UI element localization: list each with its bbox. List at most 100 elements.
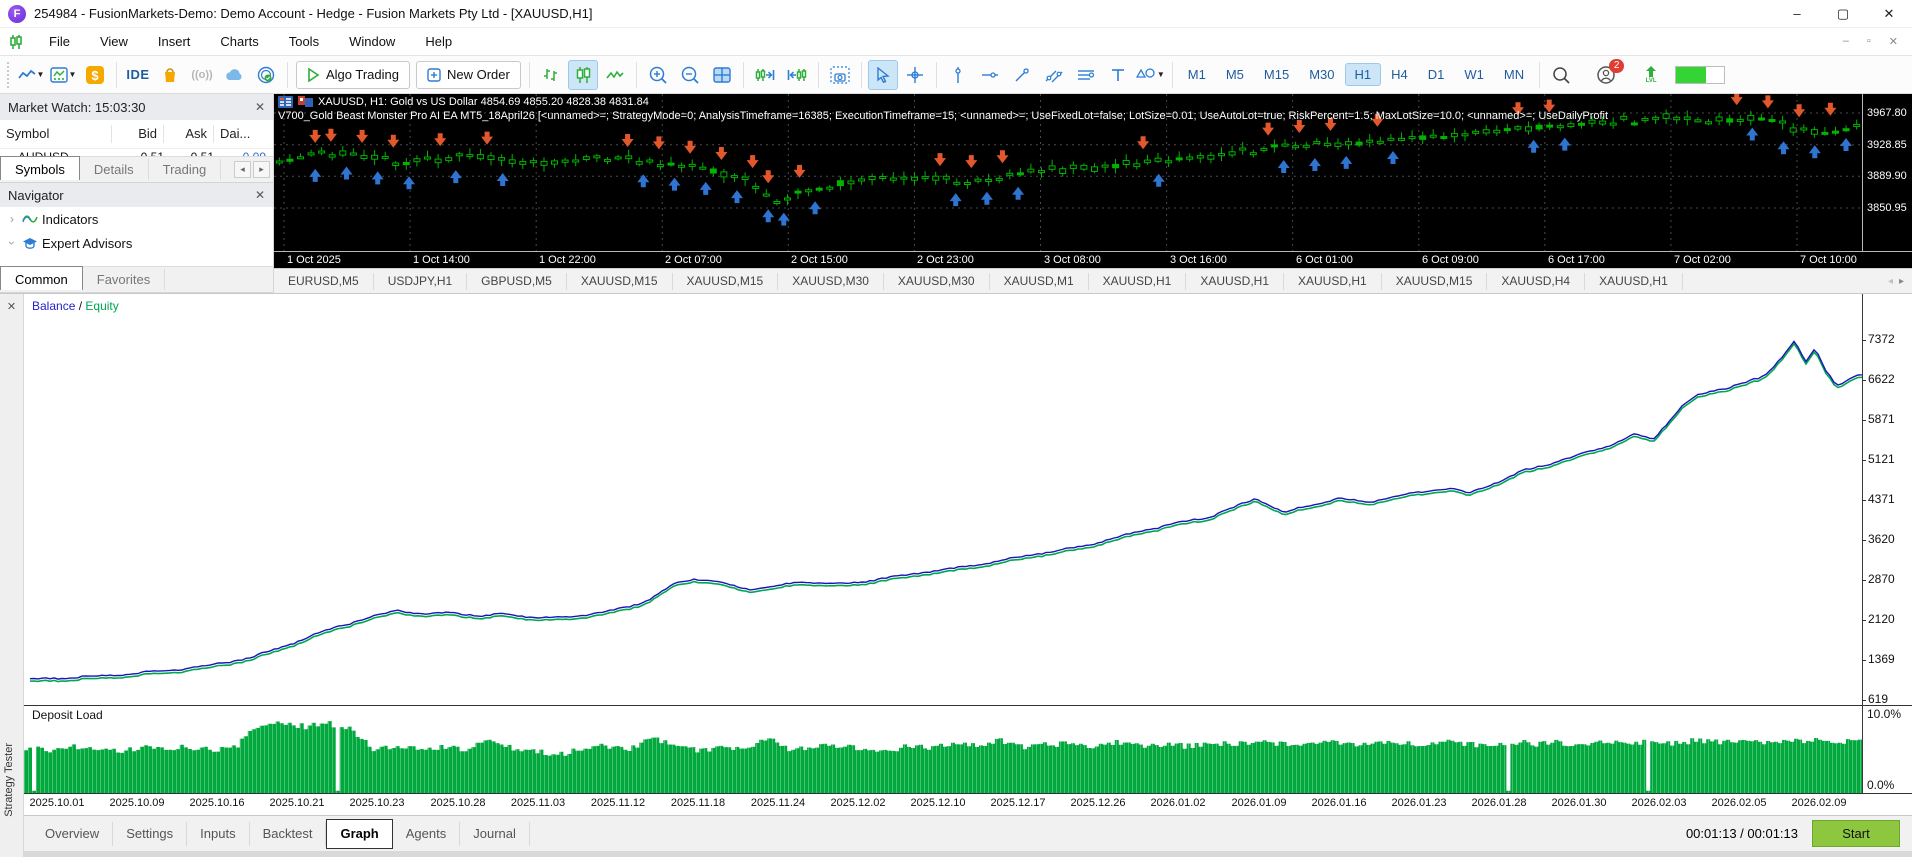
shift-end-icon[interactable]	[750, 60, 780, 90]
chart-profile-icon[interactable]: ▼	[48, 60, 78, 90]
menu-item[interactable]: Tools	[274, 34, 334, 49]
timeframe-button[interactable]: D1	[1418, 63, 1455, 86]
chart-window-icon[interactable]: ▼	[16, 60, 46, 90]
start-button[interactable]: Start	[1812, 820, 1900, 848]
timeframe-button[interactable]: W1	[1454, 63, 1494, 86]
tester-tab[interactable]: Inputs	[187, 821, 250, 846]
tester-tab[interactable]: Journal	[460, 821, 530, 846]
horizontal-line-icon[interactable]	[975, 60, 1005, 90]
mdi-restore-icon[interactable]: ▫	[1867, 35, 1871, 48]
ide-button[interactable]: IDE	[123, 60, 153, 90]
market-watch-tab[interactable]: Trading	[149, 159, 222, 180]
deposit-icon[interactable]: $	[80, 60, 110, 90]
chart-tabs-scroll-right-icon[interactable]: ▸	[1899, 276, 1904, 287]
chart-tabs-scroll-left-icon[interactable]: ◂	[1888, 276, 1893, 287]
trendline-icon[interactable]	[1007, 60, 1037, 90]
community-icon[interactable]: 2	[1591, 58, 1625, 90]
navigator-close-icon[interactable]: ✕	[255, 188, 265, 202]
navigator-tab[interactable]: Favorites	[83, 269, 166, 290]
timeframe-button[interactable]: M30	[1299, 63, 1344, 86]
chart-tab-bar: EURUSD,M5 USDJPY,H1 GBPUSD,M5 XAUUSD,M15 XAU…	[274, 268, 1912, 293]
balance-equity-graph[interactable]: Balance / Equity 7372 6622 5871 5121 4371 362…	[24, 294, 1912, 706]
mdi-minimize-icon[interactable]: –	[1843, 35, 1849, 48]
market-watch-tab[interactable]: Details	[80, 159, 149, 180]
chart-list-icon	[278, 96, 293, 108]
timeframe-button[interactable]: M5	[1216, 63, 1254, 86]
tester-tab[interactable]: Graph	[326, 818, 393, 849]
line-chart-icon[interactable]	[600, 60, 630, 90]
tester-close-icon[interactable]: ✕	[0, 300, 23, 313]
market-watch-tab[interactable]: Symbols	[0, 156, 80, 180]
menu-item[interactable]: View	[85, 34, 143, 49]
menu-item[interactable]: Help	[410, 34, 467, 49]
algo-trading-button[interactable]: Algo Trading	[296, 60, 410, 89]
marketplace-icon[interactable]	[155, 60, 185, 90]
timeframe-button[interactable]: H4	[1381, 63, 1418, 86]
minimize-button[interactable]: –	[1774, 0, 1820, 27]
toolbar-grip[interactable]	[7, 61, 12, 88]
chevron-right-icon[interactable]: ›	[6, 212, 18, 226]
cursor-icon[interactable]	[867, 59, 898, 90]
deposit-load-graph[interactable]: Deposit Load 10.0% 0.0%	[24, 705, 1912, 795]
timeframe-button[interactable]: M1	[1178, 63, 1216, 86]
zoom-out-icon[interactable]	[675, 60, 705, 90]
menu-item[interactable]: Charts	[205, 34, 273, 49]
tester-tab[interactable]: Agents	[393, 821, 461, 846]
cloud-icon[interactable]	[219, 60, 249, 90]
screenshot-icon[interactable]	[825, 60, 855, 90]
new-order-button[interactable]: New Order	[416, 60, 521, 89]
chart-tab[interactable]: XAUUSD,M1	[990, 272, 1089, 290]
tester-tab[interactable]: Backtest	[250, 821, 327, 846]
crosshair-icon[interactable]	[900, 60, 930, 90]
candles-chart-icon[interactable]	[567, 59, 598, 90]
lvl-upload-icon[interactable]: LVL	[1636, 60, 1666, 90]
chevron-down-icon[interactable]: ›	[5, 237, 19, 249]
tabs-scroll-right-icon[interactable]: ▸	[253, 161, 270, 178]
auto-scroll-icon[interactable]	[782, 60, 812, 90]
chart-tab[interactable]: XAUUSD,H1	[1284, 272, 1382, 290]
bars-chart-icon[interactable]	[536, 60, 566, 90]
broadcast-icon[interactable]: ((o))	[187, 60, 217, 90]
chart-tab[interactable]: XAUUSD,H1	[1089, 272, 1187, 290]
chart-tab[interactable]: USDJPY,H1	[374, 272, 468, 290]
chart-tab[interactable]: XAUUSD,M15	[567, 272, 673, 290]
text-tool-icon[interactable]	[1103, 60, 1133, 90]
signals-icon[interactable]	[251, 60, 281, 90]
tester-tab[interactable]: Overview	[32, 821, 114, 846]
navigator-item-expert-advisors[interactable]: › Expert Advisors	[0, 231, 273, 255]
timeframe-button[interactable]: M15	[1254, 63, 1299, 86]
navigator-tab[interactable]: Common	[0, 266, 83, 290]
chart-tab[interactable]: XAUUSD,H1	[1585, 272, 1683, 290]
chart-tab[interactable]: EURUSD,M5	[274, 272, 374, 290]
navigator-item-indicators[interactable]: › Indicators	[0, 207, 273, 231]
market-watch-row[interactable]: AUDUSD 0.51 0.51 0.09	[0, 149, 273, 156]
maximize-button[interactable]: ▢	[1820, 0, 1866, 27]
chart-tab[interactable]: XAUUSD,M15	[1382, 272, 1488, 290]
close-button[interactable]: ✕	[1866, 0, 1912, 27]
shapes-icon[interactable]: ▼	[1135, 60, 1166, 90]
zoom-in-icon[interactable]	[643, 60, 673, 90]
market-watch-close-icon[interactable]: ✕	[255, 100, 265, 114]
menu-item[interactable]: Window	[334, 34, 410, 49]
mdi-close-icon[interactable]: ✕	[1889, 35, 1898, 48]
chart-tab[interactable]: GBPUSD,M5	[467, 272, 567, 290]
chart-tab[interactable]: XAUUSD,M15	[673, 272, 779, 290]
menu-item[interactable]: File	[34, 34, 85, 49]
tabs-scroll-left-icon[interactable]: ◂	[234, 161, 251, 178]
tester-tab[interactable]: Settings	[113, 821, 188, 846]
price-chart[interactable]: XAUUSD, H1: Gold vs US Dollar 4854.69 48…	[274, 94, 1912, 268]
chart-tab[interactable]: XAUUSD,H4	[1487, 272, 1586, 290]
price-axis: 3967.80 3928.85 3889.90 3850.95	[1862, 94, 1912, 251]
market-watch-columns: Symbol Bid Ask Dai...	[0, 120, 273, 149]
tile-windows-icon[interactable]	[707, 60, 737, 90]
timeframe-button[interactable]: H1	[1344, 63, 1382, 86]
vertical-line-icon[interactable]	[943, 60, 973, 90]
chart-tab[interactable]: XAUUSD,M30	[778, 272, 884, 290]
chart-tab[interactable]: XAUUSD,M30	[884, 272, 990, 290]
timeframe-button[interactable]: MN	[1494, 63, 1534, 86]
menu-item[interactable]: Insert	[143, 34, 206, 49]
search-icon[interactable]	[1546, 60, 1576, 90]
channel-icon[interactable]	[1039, 60, 1069, 90]
chart-tab[interactable]: XAUUSD,H1	[1186, 272, 1284, 290]
equidistant-icon[interactable]	[1071, 60, 1101, 90]
